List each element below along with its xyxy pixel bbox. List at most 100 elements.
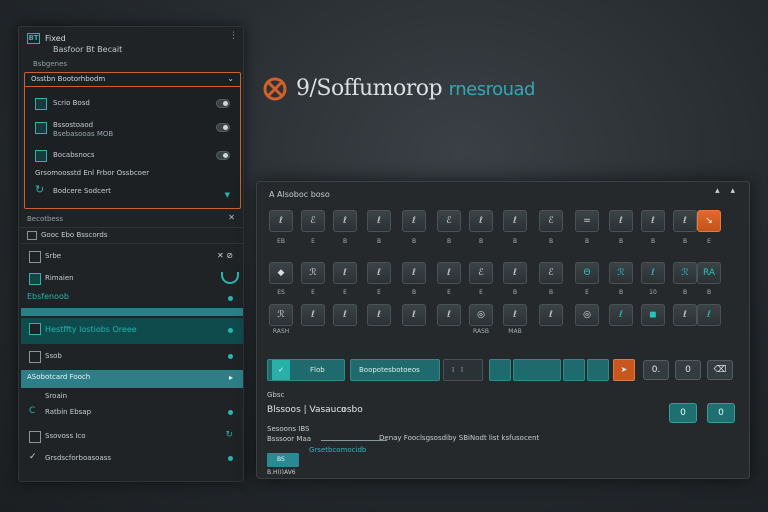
keyboard-key[interactable]: ℰ — [539, 210, 563, 232]
keyboard-key[interactable]: ℛ — [609, 262, 633, 284]
apply-button[interactable]: ✓ Flob — [267, 359, 345, 381]
collapse-icon[interactable]: ▴ ▴ — [715, 186, 739, 196]
dropdown-row[interactable]: Bssostoaod Bsebasooas MOB — [25, 119, 240, 145]
keyboard-key[interactable]: Θ — [575, 262, 599, 284]
keyboard-key[interactable]: ℓ — [367, 304, 391, 326]
backspace-button[interactable]: ⌫ — [707, 360, 733, 380]
list-item[interactable]: Ebsfenoob — [21, 290, 243, 308]
group-title: Grsomoosstd Enl Frbor Ossbcoer — [35, 169, 150, 177]
status-dot — [228, 354, 233, 359]
ok-button[interactable]: 0 — [707, 403, 735, 423]
settings-panel: BT Fixed ⋮ Basfoor Bt Becait Bsbgenes Os… — [18, 26, 244, 482]
list-item[interactable]: C Ratbin Ebsap — [21, 402, 243, 424]
item-label: Sroain — [45, 392, 68, 400]
chevron-down-icon[interactable]: ⌄ — [227, 74, 234, 83]
key-label: B — [478, 238, 484, 245]
toggle-icon[interactable] — [221, 272, 239, 284]
item-label: Srbe — [45, 252, 62, 260]
text-field[interactable]: Boopotesbotoeos — [350, 359, 440, 381]
dropdown-row[interactable]: Bocabsnocs — [25, 147, 240, 167]
brand-main: 9/Soffumorop — [296, 76, 443, 101]
toggle-switch[interactable] — [216, 99, 230, 108]
zero-button[interactable]: 0 — [675, 360, 701, 380]
keyboard-key[interactable]: ℰ — [539, 262, 563, 284]
slot-button[interactable] — [587, 359, 609, 381]
dropdown-label: Osstbn Bootorhbodm — [31, 75, 106, 83]
keyboard-key[interactable]: ◎ — [575, 304, 599, 326]
keyboard-key[interactable]: ℓ — [437, 304, 461, 326]
keyboard-key[interactable]: ℓ — [402, 304, 426, 326]
keyboard-key[interactable]: ℰ — [301, 210, 325, 232]
keyboard-key[interactable]: ◎ — [469, 304, 493, 326]
keyboard-key[interactable]: ℰ — [469, 262, 493, 284]
keyboard-key[interactable]: ↘ — [697, 210, 721, 232]
keyboard-key[interactable]: ℓ — [503, 262, 527, 284]
row-label: Bocabsnocs — [53, 151, 95, 159]
close-icon[interactable]: ✕ ⊘ — [217, 251, 233, 260]
keyboard-key[interactable]: ℓ — [503, 210, 527, 232]
keyboard-key[interactable]: ℓ — [301, 304, 325, 326]
key-label: E — [707, 238, 711, 245]
list-item[interactable]: Hestffty lostiobs Oreee — [21, 318, 243, 344]
keyboard-key[interactable]: ℓ — [367, 210, 391, 232]
list-item[interactable]: Rimaien — [21, 268, 243, 290]
keyboard-key[interactable]: RA — [697, 262, 721, 284]
keyboard-key[interactable]: ℓ — [402, 210, 426, 232]
slot-button[interactable] — [513, 359, 561, 381]
keyboard-key[interactable]: ℓ — [367, 262, 391, 284]
check-icon: ✓ — [272, 360, 290, 380]
send-icon[interactable]: ➤ — [613, 359, 635, 381]
ok-button[interactable]: 0 — [669, 403, 697, 423]
row-label: Bssostoaod — [53, 121, 94, 129]
footer-button[interactable]: BS — [267, 453, 299, 467]
slot-a[interactable]: ⁞ ⁞ — [443, 359, 483, 381]
dropdown-row[interactable]: Scrio Bosd — [25, 95, 240, 115]
keyboard-key[interactable]: ℓ — [539, 304, 563, 326]
decimal-button[interactable]: 0. — [643, 360, 669, 380]
slot-button[interactable] — [489, 359, 511, 381]
list-item[interactable]: ✓ Grsdscforboasoass — [21, 448, 243, 470]
keyboard-key[interactable]: ℓ — [333, 210, 357, 232]
more-icon[interactable]: ⋮ — [229, 31, 238, 41]
slot-button[interactable] — [563, 359, 585, 381]
keyboard-key[interactable]: ℓ — [269, 210, 293, 232]
keyboard-key[interactable]: ◼ — [641, 304, 665, 326]
close-icon[interactable]: ✕ — [228, 213, 235, 222]
keyboard-key[interactable]: ℛ — [301, 262, 325, 284]
keyboard-key[interactable]: ℓ — [609, 210, 633, 232]
list-item-selected[interactable]: ASobotcard Fooch ▸ — [21, 370, 243, 388]
keyboard-key[interactable]: ℓ — [437, 262, 461, 284]
row-sublabel: Bsebasooas MOB — [53, 130, 114, 138]
keyboard-key[interactable]: ℛ — [269, 304, 293, 326]
keyboard-key[interactable]: ℓ — [333, 304, 357, 326]
toggle-switch[interactable] — [216, 123, 230, 132]
keyboard-key[interactable]: ℓ — [609, 304, 633, 326]
keyboard-key[interactable]: ℓ — [673, 210, 697, 232]
footer-label: Gbsc — [267, 391, 285, 399]
toggle-switch[interactable] — [216, 151, 230, 160]
dropdown-header[interactable]: Osstbn Bootorhbodm ⌄ — [25, 73, 240, 87]
keyboard-key[interactable]: ℓ — [641, 210, 665, 232]
keyboard-key[interactable]: ℓ — [697, 304, 721, 326]
keyboard-key[interactable]: ℓ — [333, 262, 357, 284]
keyboard-key[interactable]: ℓ — [673, 304, 697, 326]
refresh-icon[interactable]: ↻ — [225, 430, 233, 440]
keyboard-key[interactable]: ℓ — [402, 262, 426, 284]
keyboard-key[interactable]: = — [575, 210, 599, 232]
caret-down-icon[interactable]: ▼ — [225, 191, 230, 199]
key-label: ES — [277, 289, 285, 296]
keyboard-key[interactable]: ◆ — [269, 262, 293, 284]
keyboard-key[interactable]: ℛ — [673, 262, 697, 284]
keyboard-key[interactable]: ℓ — [503, 304, 527, 326]
keyboard-key[interactable]: ℓ — [469, 210, 493, 232]
keyboard-key[interactable]: ℰ — [437, 210, 461, 232]
key-label: B — [584, 238, 590, 245]
list-item[interactable]: Ssob — [21, 346, 243, 368]
check-icon: ✓ — [29, 452, 37, 462]
list-item[interactable]: Ssovoss Ico ↻ — [21, 426, 243, 448]
chevron-right-icon[interactable]: ▸ — [229, 373, 233, 382]
key-label: B — [512, 238, 518, 245]
keyboard-key[interactable]: ℓ — [641, 262, 665, 284]
list-item[interactable]: Srbe ✕ ⊘ — [21, 246, 243, 268]
section-heading: Bsbgenes — [33, 60, 68, 68]
